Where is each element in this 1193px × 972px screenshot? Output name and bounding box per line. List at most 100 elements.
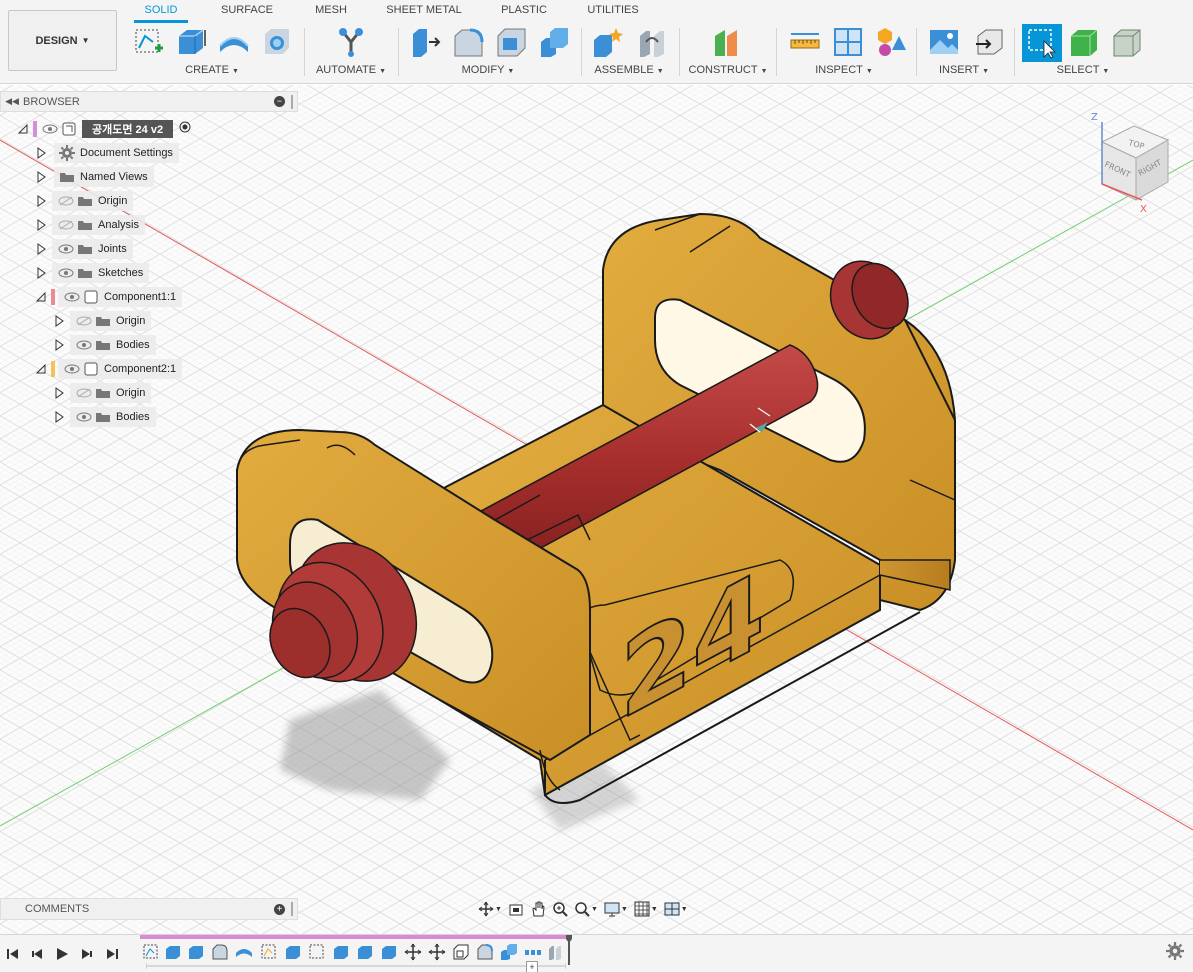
create-sketch-icon[interactable] bbox=[133, 26, 165, 58]
visibility-eye-icon[interactable] bbox=[62, 361, 82, 377]
visibility-eye-icon[interactable] bbox=[56, 241, 76, 257]
visibility-eye-icon[interactable] bbox=[62, 289, 82, 305]
zoom-icon[interactable] bbox=[550, 899, 570, 919]
select-gray-body-icon[interactable] bbox=[1111, 26, 1143, 58]
look-at-icon[interactable] bbox=[506, 899, 526, 919]
visibility-eye-icon[interactable] bbox=[74, 409, 94, 425]
new-component-icon[interactable] bbox=[592, 26, 624, 58]
next-icon[interactable] bbox=[78, 945, 96, 963]
collapsed-triangle-icon[interactable] bbox=[52, 410, 66, 424]
expanded-triangle-icon[interactable] bbox=[34, 362, 48, 376]
inspect-menu[interactable]: INSPECT ▼ bbox=[812, 64, 876, 76]
tab-utilities[interactable]: UTILITIES bbox=[582, 4, 644, 20]
first-icon[interactable] bbox=[4, 945, 22, 963]
hidden-eye-icon[interactable] bbox=[56, 217, 76, 233]
hole-icon[interactable] bbox=[261, 26, 293, 58]
timeline-move-feature[interactable] bbox=[404, 943, 422, 961]
timeline-move-feature[interactable] bbox=[428, 943, 446, 961]
display-settings-icon[interactable]: ▼ bbox=[602, 899, 630, 919]
press-pull-icon[interactable] bbox=[409, 26, 441, 58]
view-cube[interactable]: TOP FRONT RIGHT Z X bbox=[1086, 104, 1176, 214]
browser-item-component2-origin[interactable]: Origin bbox=[52, 382, 152, 403]
timeline-sketch-feature[interactable] bbox=[260, 943, 278, 961]
revolve-icon[interactable] bbox=[218, 26, 250, 58]
browser-item-component2-bodies[interactable]: Bodies bbox=[52, 406, 156, 427]
extrude-icon[interactable] bbox=[175, 26, 207, 58]
browser-item-component1-origin[interactable]: Origin bbox=[52, 310, 152, 331]
collapsed-triangle-icon[interactable] bbox=[52, 338, 66, 352]
collapsed-triangle-icon[interactable] bbox=[52, 314, 66, 328]
timeline-sketch-feature[interactable] bbox=[308, 943, 326, 961]
timeline-extrude-feature[interactable] bbox=[164, 943, 182, 961]
timeline-expand-icon[interactable]: + bbox=[526, 961, 538, 972]
collapsed-triangle-icon[interactable] bbox=[52, 386, 66, 400]
select-menu[interactable]: SELECT ▼ bbox=[1054, 64, 1112, 76]
pan-icon[interactable] bbox=[528, 899, 548, 919]
viewports-icon[interactable]: ▼ bbox=[662, 899, 690, 919]
create-menu[interactable]: CREATE ▼ bbox=[180, 64, 244, 76]
timeline-extrude-feature[interactable] bbox=[187, 943, 205, 961]
expanded-triangle-icon[interactable] bbox=[16, 122, 30, 136]
timeline-extrude-feature[interactable] bbox=[380, 943, 398, 961]
visibility-eye-icon[interactable] bbox=[74, 337, 94, 353]
select-green-body-icon[interactable] bbox=[1068, 26, 1100, 58]
workspace-switcher[interactable]: DESIGN ▼ bbox=[8, 10, 117, 71]
canvas-viewport[interactable]: 24 TOP FRONT RIGHT Z X bbox=[0, 85, 1193, 934]
tab-plastic[interactable]: PLASTIC bbox=[494, 4, 554, 20]
collapsed-triangle-icon[interactable] bbox=[34, 170, 48, 184]
select-tool-active[interactable] bbox=[1022, 24, 1062, 62]
timeline-extrude-feature[interactable] bbox=[284, 943, 302, 961]
add-comment-icon[interactable]: + bbox=[274, 903, 285, 915]
timeline-fillet-feature[interactable] bbox=[211, 943, 229, 961]
tab-surface[interactable]: SURFACE bbox=[216, 4, 278, 20]
expanded-triangle-icon[interactable] bbox=[34, 290, 48, 304]
modify-menu[interactable]: MODIFY ▼ bbox=[458, 64, 518, 76]
timeline-fillet-feature[interactable] bbox=[476, 943, 494, 961]
browser-item-sketches[interactable]: Sketches bbox=[34, 262, 150, 283]
timeline-extrude-feature[interactable] bbox=[356, 943, 374, 961]
section-analysis-icon[interactable] bbox=[832, 26, 864, 58]
tab-solid[interactable]: SOLID bbox=[136, 4, 186, 20]
hidden-eye-icon[interactable] bbox=[74, 313, 94, 329]
collapsed-triangle-icon[interactable] bbox=[34, 146, 48, 160]
insert-menu[interactable]: INSERT ▼ bbox=[934, 64, 994, 76]
collapsed-triangle-icon[interactable] bbox=[34, 266, 48, 280]
orbit-icon[interactable]: ▼ bbox=[476, 899, 504, 919]
panel-grip-icon[interactable] bbox=[291, 902, 293, 916]
fillet-icon[interactable] bbox=[452, 26, 484, 58]
construct-menu[interactable]: CONSTRUCT ▼ bbox=[688, 64, 768, 76]
grid-icon[interactable]: ▼ bbox=[632, 899, 660, 919]
offset-plane-icon[interactable] bbox=[711, 26, 743, 58]
collapsed-triangle-icon[interactable] bbox=[34, 242, 48, 256]
insert-mesh-icon[interactable] bbox=[972, 26, 1004, 58]
combine-icon[interactable] bbox=[538, 26, 570, 58]
browser-item-origin[interactable]: Origin bbox=[34, 190, 134, 211]
minimize-icon[interactable]: − bbox=[274, 96, 285, 107]
measure-icon[interactable] bbox=[789, 26, 821, 58]
browser-item-named-views[interactable]: Named Views bbox=[34, 166, 154, 187]
joint-icon[interactable] bbox=[636, 26, 668, 58]
browser-root-node[interactable]: 공개도면 24 v2 bbox=[16, 118, 191, 139]
timeline-settings-icon[interactable] bbox=[1166, 942, 1184, 960]
visibility-eye-icon[interactable] bbox=[40, 121, 60, 137]
hidden-eye-icon[interactable] bbox=[74, 385, 94, 401]
browser-item-joints[interactable]: Joints bbox=[34, 238, 133, 259]
collapsed-triangle-icon[interactable] bbox=[34, 218, 48, 232]
timeline-combine-feature[interactable] bbox=[500, 943, 518, 961]
timeline-marker[interactable] bbox=[566, 935, 572, 965]
browser-item-component1-bodies[interactable]: Bodies bbox=[52, 334, 156, 355]
browser-item-analysis[interactable]: Analysis bbox=[34, 214, 145, 235]
timeline-extrude-feature[interactable] bbox=[332, 943, 350, 961]
previous-icon[interactable] bbox=[28, 945, 46, 963]
panel-grip-icon[interactable] bbox=[291, 94, 293, 109]
comments-panel-header[interactable]: COMMENTS + bbox=[0, 898, 298, 920]
timeline-pattern-feature[interactable] bbox=[524, 943, 542, 961]
timeline-shell-feature[interactable] bbox=[452, 943, 470, 961]
timeline-joint-feature[interactable] bbox=[546, 943, 564, 961]
hidden-eye-icon[interactable] bbox=[56, 193, 76, 209]
tab-mesh[interactable]: MESH bbox=[308, 4, 354, 20]
fit-icon[interactable]: ▼ bbox=[572, 899, 600, 919]
activate-radio-icon[interactable] bbox=[179, 121, 191, 136]
timeline-sketch-feature[interactable] bbox=[142, 943, 160, 961]
timeline-revolve-feature[interactable] bbox=[235, 943, 253, 961]
